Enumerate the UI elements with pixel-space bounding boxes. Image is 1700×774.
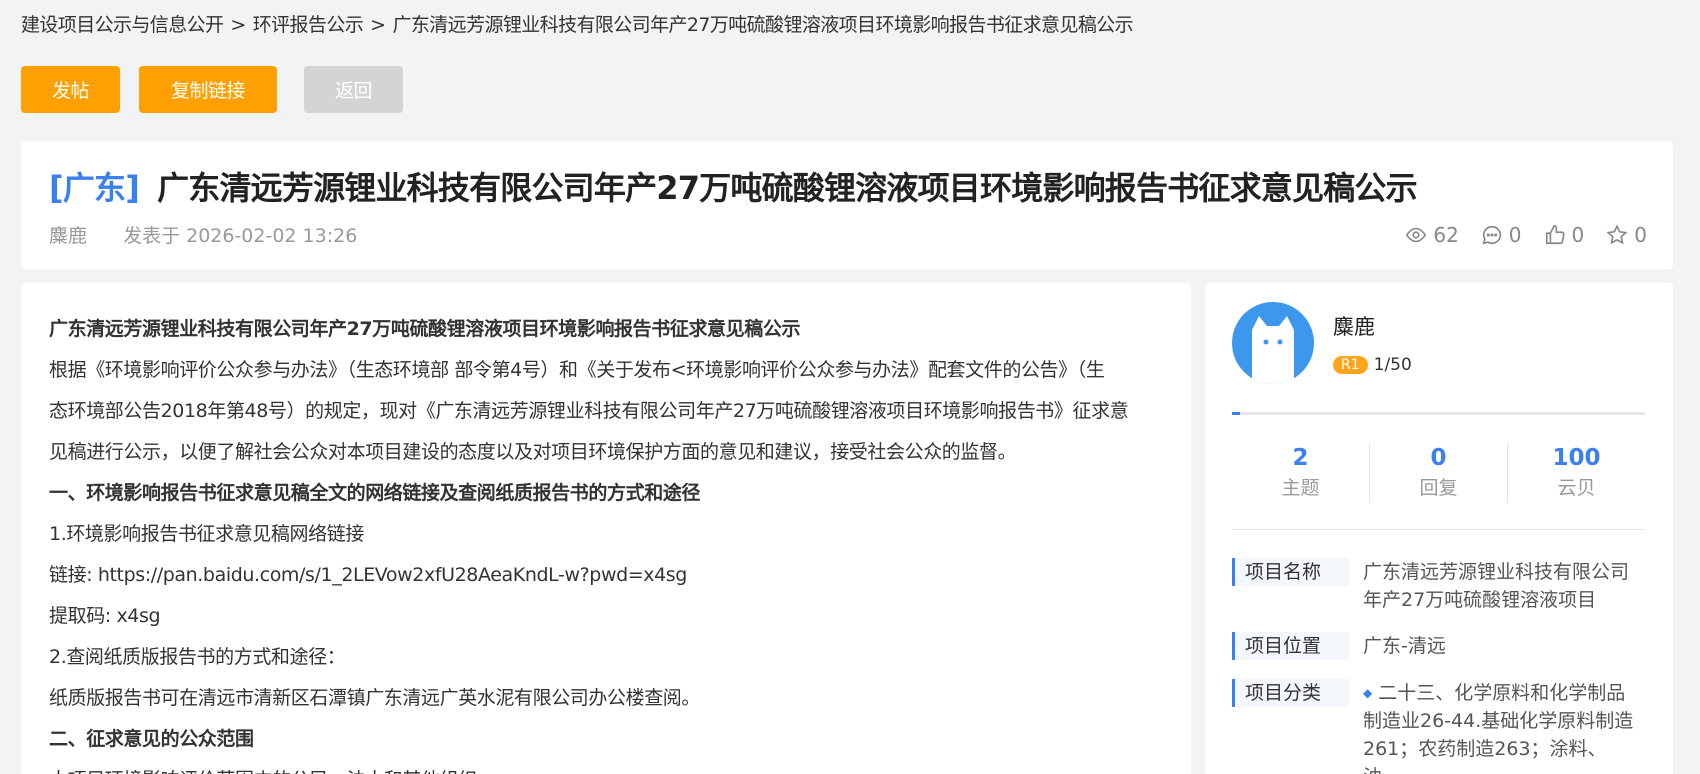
content-heading: 广东清远芳源锂业科技有限公司年产27万吨硫酸锂溶液项目环境影响报告书征求意见稿公… [49,318,801,340]
likes-stat[interactable]: 0 [1544,223,1585,247]
post-title: 广东清远芳源锂业科技有限公司年产27万吨硫酸锂溶液项目环境影响报告书征求意见稿公… [157,169,1418,207]
content-paragraph: 本项目环境影响评价范围内的公民、法人和其他组织 [49,760,1163,774]
sidebar-username[interactable]: 麋鹿 [1333,311,1375,341]
project-category-value: ◆ 二十三、化学原料和化学制品制造业26-44.基础化学原料制造261；农药制造2… [1363,679,1643,774]
post-button[interactable]: 发帖 [21,66,120,113]
content-paragraph: 1.环境影响报告书征求意见稿网络链接 [49,523,364,545]
divider [1232,529,1645,530]
count-label: 云贝 [1557,477,1596,499]
project-location-row: 项目位置 广东-清远 [1232,632,1643,660]
breadcrumb-separator: > [230,14,246,36]
post-meta: 麋鹿 发表于 2026-02-02 13:26 [49,221,357,248]
project-name-row: 项目名称 广东清远芳源锂业科技有限公司年产27万吨硫酸锂溶液项目 [1232,558,1643,614]
region-tag: [广东] [49,169,140,207]
count-value: 0 [1430,445,1447,471]
comment-icon [1482,225,1501,245]
author-sidebar: 麋鹿 R1 1/50 2 主题 0 回复 100 云贝 项目名称 广东清远芳源锂… [1205,283,1673,774]
level-progress-fill [1232,412,1241,415]
likes-count: 0 [1571,223,1585,247]
back-button[interactable]: 返回 [304,66,403,113]
count-label: 回复 [1419,477,1458,499]
project-category-text: 二十三、化学原料和化学制品制造业26-44.基础化学原料制造261；农药制造26… [1363,682,1634,774]
page-title: [广东] 广东清远芳源锂业科技有限公司年产27万吨硫酸锂溶液项目环境影响报告书征求… [49,163,1418,209]
count-value: 100 [1552,445,1601,471]
project-name-value: 广东清远芳源锂业科技有限公司年产27万吨硫酸锂溶液项目 [1363,561,1630,611]
breadcrumb-separator: > [370,14,386,36]
content-paragraph: 根据《环境影响评价公众参与办法》（生态环境部 部令第4号）和《关于发布<环境影响… [49,359,1105,381]
star-icon [1606,224,1628,245]
level-progress-bar [1232,412,1645,415]
extraction-code: 提取码: x4sg [49,605,161,627]
thumbs-up-icon [1545,225,1565,245]
post-header: [广东] 广东清远芳源锂业科技有限公司年产27万吨硫酸锂溶液项目环境影响报告书征求… [21,141,1673,269]
download-link[interactable]: 链接: https://pan.baidu.com/s/1_2LEVow2xfU… [49,555,1163,596]
post-date: 发表于 2026-02-02 13:26 [123,225,358,247]
copy-link-button[interactable]: 复制链接 [139,66,277,113]
comments-count: 0 [1508,223,1522,247]
post-content: 广东清远芳源锂业科技有限公司年产27万吨硫酸锂溶液项目环境影响报告书征求意见稿公… [21,283,1191,774]
count-label: 主题 [1281,477,1320,499]
project-location-value: 广东-清远 [1363,635,1446,657]
favorites-count: 0 [1634,223,1647,247]
breadcrumb: 建设项目公示与信息公开 > 环评报告公示 > 广东清远芳源锂业科技有限公司年产27万吨硫… [21,10,1134,37]
project-location-label: 项目位置 [1232,632,1349,660]
count-value: 2 [1292,445,1309,471]
content-paragraph: 见稿进行公示，以便了解社会公众对本项目建设的态度以及对项目环境保护方面的意见和建… [49,441,1017,463]
views-count: 62 [1433,223,1459,247]
project-name-label: 项目名称 [1232,558,1349,586]
user-counts: 2 主题 0 回复 100 云贝 [1232,443,1645,503]
cat-avatar-icon [1252,316,1294,384]
section-heading-2: 二、征求意见的公众范围 [49,728,254,750]
favorites-stat[interactable]: 0 [1606,223,1647,247]
views-stat: 62 [1405,223,1459,247]
content-paragraph: 纸质版报告书可在清远市清新区石潭镇广东清远广英水泥有限公司办公楼查阅。 [49,687,701,709]
avatar[interactable] [1232,302,1314,384]
level-progress-text: 1/50 [1373,355,1412,375]
breadcrumb-item-current: 广东清远芳源锂业科技有限公司年产27万吨硫酸锂溶液项目环境影响报告书征求意见稿公… [392,14,1134,36]
points-count[interactable]: 100 云贝 [1508,443,1645,503]
comments-stat[interactable]: 0 [1481,223,1522,247]
breadcrumb-item-eia-reports[interactable]: 环评报告公示 [253,14,364,36]
eye-icon [1406,227,1427,243]
level-badge: R1 [1333,356,1368,374]
breadcrumb-item-public-info[interactable]: 建设项目公示与信息公开 [21,14,224,36]
project-category-row: 项目分类 ◆ 二十三、化学原料和化学制品制造业26-44.基础化学原料制造261；… [1232,679,1643,774]
content-paragraph: 态环境部公告2018年第48号）的规定，现对《广东清远芳源锂业科技有限公司年产2… [49,400,1129,422]
content-paragraph: 2.查阅纸质版报告书的方式和途径： [49,646,346,668]
author-name[interactable]: 麋鹿 [49,225,87,247]
user-level: R1 1/50 [1333,355,1412,375]
post-stats: 62 0 0 0 [1405,223,1647,247]
section-heading-1: 一、环境影响报告书征求意见稿全文的网络链接及查阅纸质报告书的方式和途径 [49,482,701,504]
diamond-icon: ◆ [1363,686,1373,700]
project-category-label: 项目分类 [1232,679,1349,707]
replies-count[interactable]: 0 回复 [1370,443,1508,503]
topics-count[interactable]: 2 主题 [1232,443,1370,503]
